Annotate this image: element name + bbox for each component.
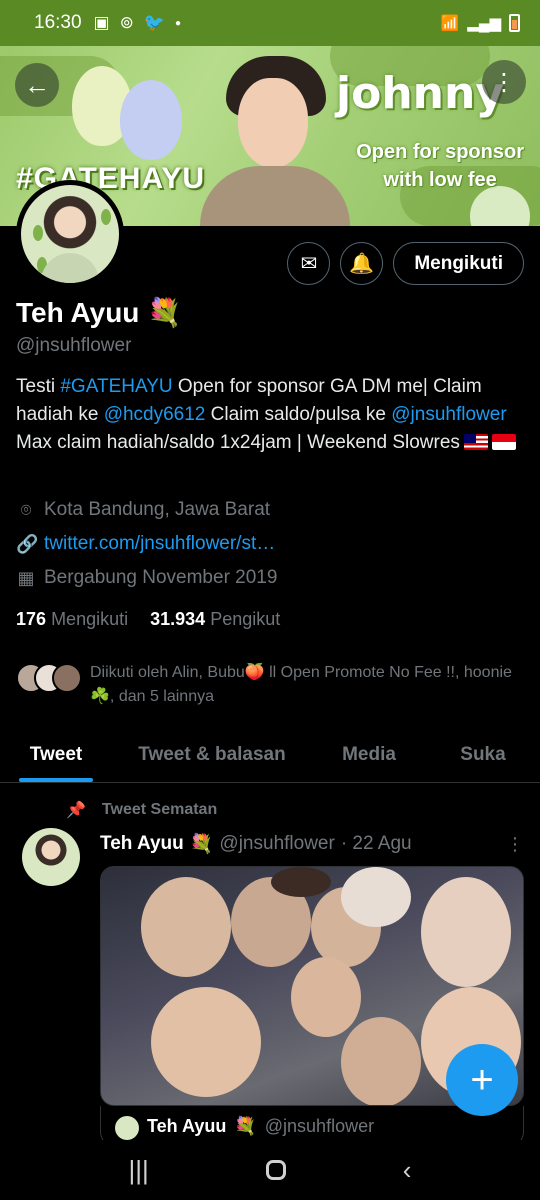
profile-avatar[interactable] [16,180,124,288]
malaysia-flag-icon [463,434,488,450]
dot-icon: ● [175,17,182,29]
status-time: 16:30 [34,12,82,33]
gallery-icon: ▣ [93,13,110,32]
battery-icon [509,14,520,32]
tweet-author-handle: @jnsuhflower [219,833,335,854]
mail-icon: ✉ [300,253,318,275]
system-nav-bar: ||| ‹ [0,1140,540,1200]
calendar-icon: ▦ [17,567,35,588]
home-button[interactable] [265,1160,286,1180]
arrow-left-icon: ← [24,69,50,100]
indonesia-flag-icon [491,434,516,450]
tweet-date: · 22 Agu [340,833,412,854]
plus-icon: + [470,1057,494,1102]
followed-by-text: Diikuti oleh Alin, Bubu🍑 ll Open Promote… [90,664,512,705]
tab-tweet-and-replies[interactable]: Tweet & balasan [112,727,312,782]
banner-sponsor-text: Open for sponsor with low fee [356,141,524,191]
profile-bio: Testi #GATEHAYU Open for sponsor GA DM m… [16,373,526,457]
tweet-more-button[interactable]: ⋮ [506,834,524,855]
profile-joined: ▦ Bergabung November 2019 [17,567,278,588]
following-stat[interactable]: 176 Mengikuti [16,609,128,630]
avatar [52,663,82,693]
notifications-button[interactable]: 🔔 [340,242,384,285]
banner-name-art: johnny [336,68,504,119]
recent-apps-button[interactable]: ||| [129,1155,149,1186]
profile-handle: @jnsuhflower [16,335,132,356]
more-vertical-icon: ⋮ [492,68,516,96]
follower-avatars [16,661,82,695]
tweet-author-name[interactable]: Teh Ayuu [100,833,184,855]
twitter-icon: 🐦 [143,13,166,32]
tweet-header: Teh Ayuu 💐 @jnsuhflower · 22 Agu ⋮ [100,832,524,856]
message-button[interactable]: ✉ [287,242,331,285]
tab-media[interactable]: Media [312,727,426,782]
profile-location: ⌾ Kota Bandung, Jawa Barat [16,499,270,521]
back-nav-button[interactable]: ‹ [403,1155,412,1186]
link-icon: 🔗 [16,533,39,554]
avatar [115,1116,139,1140]
status-bar: 16:30 ▣ ⊚ 🐦 ● 📶 ▂▄▆ [0,0,540,46]
wifi-icon: 📶 [440,15,460,32]
bell-icon: 🔔 [349,253,375,275]
profile-display-name: Teh Ayuu 💐 [16,297,183,328]
sync-icon: ⊚ [119,13,134,32]
bouquet-emoji: 💐 [147,297,183,328]
bouquet-emoji: 💐 [189,834,214,855]
back-button[interactable]: ← [15,63,59,107]
signal-icon: ▂▄▆ [467,15,501,32]
followed-by-section[interactable]: Diikuti oleh Alin, Bubu🍑 ll Open Promote… [16,661,530,709]
profile-tabs: Tweet Tweet & balasan Media Suka [0,727,540,783]
profile-stats: 176 Mengikuti 31.934 Pengikut [16,609,280,630]
pinned-tweet-label: 📌 Tweet Sematan [66,801,218,819]
pin-icon: 📌 [66,802,86,819]
website-link[interactable]: twitter.com/jnsuhflower/st… [44,533,275,555]
profile-website: 🔗 twitter.com/jnsuhflower/st… [16,533,275,555]
location-pin-icon: ⌾ [20,499,32,520]
profile-actions: ✉ 🔔 Mengikuti [287,242,524,285]
bio-mention-link[interactable]: @jnsuhflower [391,404,506,425]
tab-likes[interactable]: Suka [426,727,540,782]
bio-mention-link[interactable]: @hcdy6612 [104,404,206,425]
followers-stat[interactable]: 31.934 Pengikut [150,609,280,630]
balloon-decoration [120,80,182,160]
bio-hashtag-link[interactable]: #GATEHAYU [60,376,172,397]
compose-tweet-button[interactable]: + [446,1044,518,1116]
tab-tweet[interactable]: Tweet [0,727,112,782]
more-options-button[interactable]: ⋮ [482,60,526,104]
tweet-author-avatar[interactable] [22,828,80,886]
following-button[interactable]: Mengikuti [393,242,524,285]
